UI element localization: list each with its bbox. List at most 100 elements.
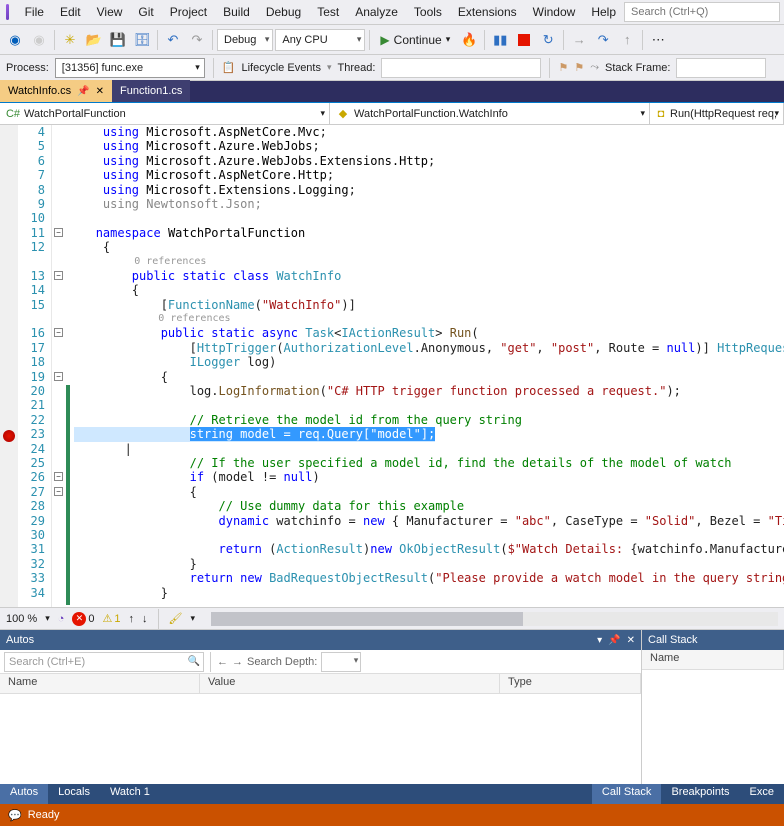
- autos-search-input[interactable]: Search (Ctrl+E): [4, 652, 204, 672]
- dropdown-icon[interactable]: ▾: [597, 635, 602, 646]
- callstack-body[interactable]: [642, 670, 784, 784]
- close-icon[interactable]: ✕: [96, 86, 104, 97]
- process-combo[interactable]: [31356] func.exe: [55, 58, 205, 78]
- menu-view[interactable]: View: [89, 2, 131, 22]
- lifecycle-label: Lifecycle Events: [242, 62, 321, 74]
- save-button[interactable]: 💾: [107, 29, 129, 51]
- menu-project[interactable]: Project: [162, 2, 215, 22]
- brush-icon[interactable]: 🖌: [169, 612, 183, 625]
- code-content[interactable]: using Microsoft.AspNetCore.Mvc; using Mi…: [70, 125, 784, 607]
- stack-frame-label: Stack Frame:: [605, 62, 670, 74]
- debug-process-bar: Process: [31356] func.exe 📋 Lifecycle Ev…: [0, 55, 784, 81]
- chevron-down-icon[interactable]: ▾: [45, 613, 50, 624]
- menu-bar: File Edit View Git Project Build Debug T…: [0, 0, 784, 25]
- btab-watch1[interactable]: Watch 1: [100, 784, 160, 804]
- menu-edit[interactable]: Edit: [52, 2, 89, 22]
- menu-git[interactable]: Git: [130, 2, 161, 22]
- navigate-back-button[interactable]: ◉: [4, 29, 26, 51]
- stack-frame-combo[interactable]: [676, 58, 766, 78]
- menu-debug[interactable]: Debug: [258, 2, 309, 22]
- stop-debug-button[interactable]: [513, 29, 535, 51]
- menu-window[interactable]: Window: [525, 2, 584, 22]
- close-icon[interactable]: ✕: [627, 635, 635, 646]
- break-all-button[interactable]: ▮▮: [489, 29, 511, 51]
- col-type[interactable]: Type: [500, 674, 641, 693]
- nav-up-button[interactable]: ↑: [129, 613, 135, 625]
- tab-label: WatchInfo.cs: [8, 85, 71, 97]
- fold-toggle[interactable]: −: [54, 228, 63, 237]
- restart-button[interactable]: ↻: [537, 29, 559, 51]
- btab-exception[interactable]: Exce: [740, 784, 784, 804]
- platform-combo[interactable]: Any CPU: [275, 29, 365, 51]
- btab-autos[interactable]: Autos: [0, 784, 48, 804]
- btab-callstack[interactable]: Call Stack: [592, 784, 662, 804]
- continue-button[interactable]: ▶ Continue ▾: [374, 29, 456, 51]
- search-depth-combo[interactable]: [321, 652, 361, 672]
- main-toolbar: ◉ ◉ ✳ 📂 💾 🗄 ↶ ↷ Debug Any CPU ▶ Continue…: [0, 25, 784, 55]
- pin-icon[interactable]: 📌: [608, 635, 620, 646]
- step-over-button[interactable]: ↷: [592, 29, 614, 51]
- breakpoint-icon[interactable]: [3, 430, 15, 442]
- fold-toggle[interactable]: −: [54, 328, 63, 337]
- editor-tabs: WatchInfo.cs 📌 ✕ Function1.cs: [0, 81, 784, 103]
- zoom-level[interactable]: 100 %: [6, 613, 37, 625]
- search-next-button[interactable]: →: [232, 656, 243, 668]
- more-button[interactable]: ⋯: [647, 29, 669, 51]
- thread-combo[interactable]: [381, 58, 541, 78]
- fold-toggle[interactable]: −: [54, 271, 63, 280]
- search-prev-button[interactable]: ←: [217, 656, 228, 668]
- class-dropdown[interactable]: ◆ WatchPortalFunction.WatchInfo: [330, 103, 650, 124]
- chevron-down-icon: ▾: [446, 34, 451, 45]
- namespace-dropdown[interactable]: C# WatchPortalFunction: [0, 103, 330, 124]
- health-icon[interactable]: ◔: [58, 613, 65, 625]
- col-name[interactable]: Name: [0, 674, 200, 693]
- status-text: Ready: [28, 809, 60, 821]
- method-dropdown[interactable]: ◘ Run(HttpRequest req,: [650, 103, 784, 124]
- autos-body[interactable]: [0, 694, 641, 784]
- new-project-button[interactable]: ✳: [59, 29, 81, 51]
- fold-toggle[interactable]: −: [54, 487, 63, 496]
- navigate-fwd-button[interactable]: ◉: [28, 29, 50, 51]
- code-editor[interactable]: 4567891011121314151617181920212223242526…: [0, 125, 784, 607]
- menu-build[interactable]: Build: [215, 2, 258, 22]
- tab-watchinfo[interactable]: WatchInfo.cs 📌 ✕: [0, 80, 112, 102]
- menu-analyze[interactable]: Analyze: [347, 2, 406, 22]
- menu-file[interactable]: File: [17, 2, 52, 22]
- menu-help[interactable]: Help: [583, 2, 624, 22]
- col-name[interactable]: Name: [642, 650, 784, 669]
- continue-label: Continue: [394, 33, 442, 47]
- step-out-button[interactable]: ↑: [616, 29, 638, 51]
- play-icon: ▶: [380, 33, 389, 47]
- feedback-icon[interactable]: 💬: [8, 809, 22, 822]
- stop-icon: [518, 34, 530, 46]
- pin-icon[interactable]: 📌: [77, 86, 89, 97]
- save-all-button[interactable]: 🗄: [131, 29, 153, 51]
- nav-down-button[interactable]: ↓: [142, 613, 148, 625]
- fold-toggle[interactable]: −: [54, 472, 63, 481]
- col-value[interactable]: Value: [200, 674, 500, 693]
- fold-gutter[interactable]: − − − − − −: [52, 125, 66, 607]
- fold-toggle[interactable]: −: [54, 372, 63, 381]
- callstack-columns: Name: [642, 650, 784, 670]
- undo-button[interactable]: ↶: [162, 29, 184, 51]
- menu-tools[interactable]: Tools: [406, 2, 450, 22]
- breakpoint-gutter[interactable]: [0, 125, 18, 607]
- tab-function1[interactable]: Function1.cs: [112, 80, 190, 102]
- status-bar: 💬 Ready: [0, 804, 784, 826]
- warning-icon[interactable]: ⚠: [103, 612, 113, 625]
- step-into-button[interactable]: →: [568, 29, 590, 51]
- btab-breakpoints[interactable]: Breakpoints: [661, 784, 739, 804]
- open-file-button[interactable]: 📂: [83, 29, 105, 51]
- error-badge-icon[interactable]: ✕: [72, 612, 86, 626]
- hot-reload-button[interactable]: 🔥: [458, 29, 480, 51]
- redo-button[interactable]: ↷: [186, 29, 208, 51]
- class-icon: ◆: [336, 107, 350, 121]
- menu-test[interactable]: Test: [309, 2, 347, 22]
- config-combo[interactable]: Debug: [217, 29, 273, 51]
- process-label: Process:: [6, 62, 49, 74]
- btab-locals[interactable]: Locals: [48, 784, 100, 804]
- horizontal-scrollbar[interactable]: [211, 612, 778, 626]
- autos-columns: Name Value Type: [0, 674, 641, 694]
- menu-extensions[interactable]: Extensions: [450, 2, 525, 22]
- global-search-input[interactable]: [624, 2, 780, 22]
